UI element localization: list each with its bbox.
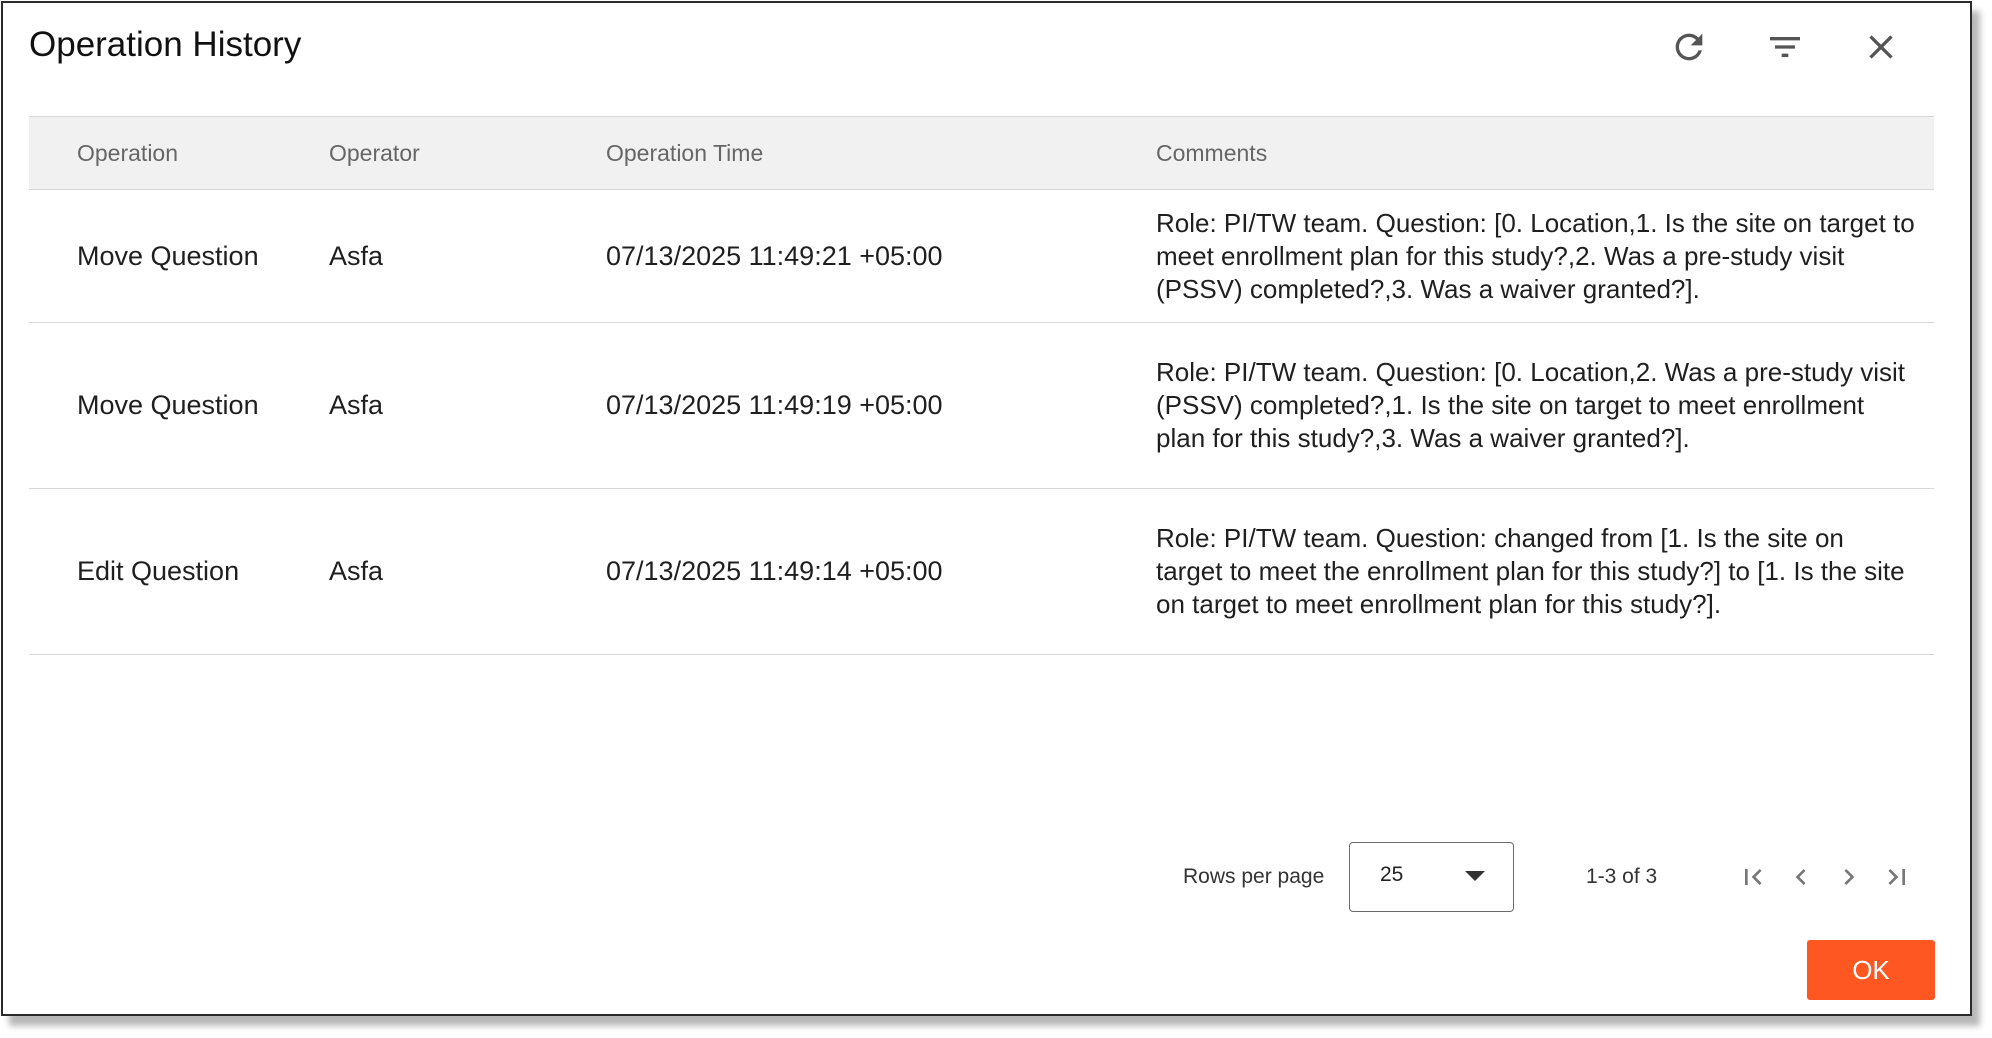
first-page-icon [1737, 861, 1769, 898]
column-header-operation-time[interactable]: Operation Time [606, 117, 763, 189]
previous-page-icon [1785, 861, 1817, 898]
operation-history-table: Operation Operator Operation Time Commen… [29, 116, 1934, 655]
refresh-icon [1669, 27, 1709, 72]
column-header-operator[interactable]: Operator [329, 117, 420, 189]
operator-cell: Asfa [329, 240, 384, 271]
last-page-icon [1881, 861, 1913, 898]
page-range-text: 1-3 of 3 [1586, 865, 1658, 888]
next-page-button[interactable] [1829, 859, 1869, 899]
filter-icon [1765, 27, 1805, 72]
operation-time-cell: 07/13/2025 11:49:19 +05:00 [606, 390, 943, 420]
operation-time-cell: 07/13/2025 11:49:21 +05:00 [606, 240, 943, 271]
rows-per-page-select[interactable]: 25 [1349, 842, 1514, 912]
ok-button[interactable]: OK [1807, 940, 1935, 1000]
previous-page-button[interactable] [1781, 859, 1821, 899]
comments-cell: Role: PI/TW team. Question: [0. Location… [1156, 357, 1905, 453]
rows-per-page-label: Rows per page [1183, 865, 1325, 888]
last-page-button[interactable] [1877, 859, 1917, 899]
next-page-icon [1833, 861, 1865, 898]
column-header-operation[interactable]: Operation [77, 117, 178, 189]
comments-cell: Role: PI/TW team. Question: changed from… [1156, 523, 1905, 619]
first-page-button[interactable] [1733, 859, 1773, 899]
comments-cell: Role: PI/TW team. Question: [0. Location… [1156, 207, 1915, 304]
table-header: Operation Operator Operation Time Commen… [29, 116, 1934, 190]
close-button[interactable] [1859, 27, 1903, 71]
rows-per-page-value: 25 [1380, 863, 1404, 886]
filter-button[interactable] [1763, 27, 1807, 71]
operator-cell: Asfa [329, 556, 384, 586]
operation-cell: Move Question [77, 240, 259, 271]
operation-cell: Edit Question [77, 556, 240, 586]
operation-history-dialog: Operation History Operation Operator Ope… [1, 1, 1972, 1016]
operator-cell: Asfa [329, 390, 384, 420]
close-icon [1861, 27, 1901, 72]
operation-cell: Move Question [77, 390, 259, 420]
operation-time-cell: 07/13/2025 11:49:14 +05:00 [606, 556, 943, 586]
table-row[interactable]: Edit Question Asfa 07/13/2025 11:49:14 +… [29, 489, 1934, 655]
table-row[interactable]: Move Question Asfa 07/13/2025 11:49:19 +… [29, 323, 1934, 489]
dialog-title: Operation History [29, 25, 302, 64]
dropdown-arrow-icon [1465, 871, 1485, 881]
table-row[interactable]: Move Question Asfa 07/13/2025 11:49:21 +… [29, 190, 1934, 323]
refresh-button[interactable] [1667, 27, 1711, 71]
column-header-comments[interactable]: Comments [1156, 117, 1267, 189]
